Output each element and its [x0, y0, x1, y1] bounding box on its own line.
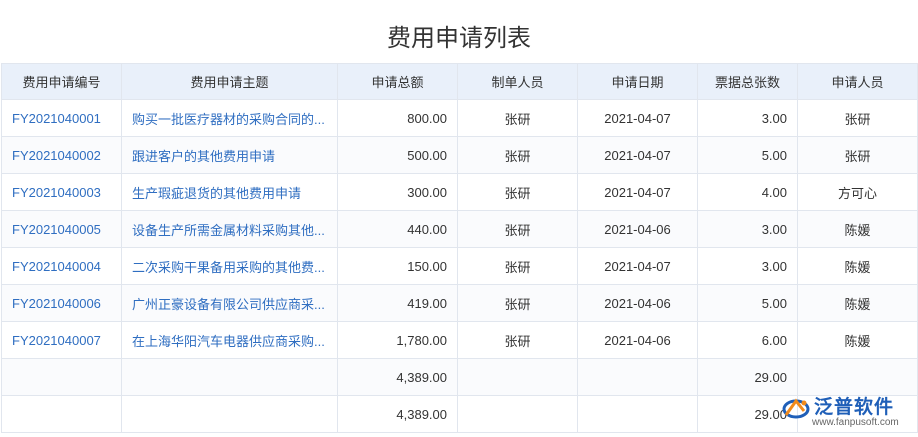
- applicant-cell: 陈媛: [797, 210, 918, 248]
- request-id-link[interactable]: FY2021040001: [1, 99, 122, 137]
- amount-cell: 500.00: [337, 136, 458, 174]
- applicant-cell: 张研: [797, 99, 918, 137]
- column-header-id[interactable]: 费用申请编号: [1, 63, 122, 100]
- request-id-link[interactable]: FY2021040003: [1, 173, 122, 211]
- applicant-cell: 方可心: [797, 173, 918, 211]
- request-id-link[interactable]: FY2021040005: [1, 210, 122, 248]
- table-row[interactable]: FY2021040006 广州正豪设备有限公司供应商采... 419.00 张研…: [1, 284, 918, 322]
- empty-cell: [121, 395, 338, 433]
- column-header-date[interactable]: 申请日期: [577, 63, 698, 100]
- date-cell: 2021-04-06: [577, 210, 698, 248]
- applicant-cell: 陈媛: [797, 321, 918, 359]
- applicant-cell: 张研: [797, 136, 918, 174]
- table-row[interactable]: FY2021040007 在上海华阳汽车电器供应商采购... 1,780.00 …: [1, 321, 918, 359]
- empty-cell: [457, 358, 578, 396]
- receipts-cell: 6.00: [697, 321, 798, 359]
- amount-cell: 440.00: [337, 210, 458, 248]
- date-cell: 2021-04-06: [577, 284, 698, 322]
- fanpu-logo-icon: [782, 398, 810, 419]
- table-header-row: 费用申请编号 费用申请主题 申请总额 制单人员 申请日期 票据总张数 申请人员: [1, 63, 918, 100]
- request-subject-link[interactable]: 跟进客户的其他费用申请: [121, 136, 338, 174]
- request-subject-link[interactable]: 在上海华阳汽车电器供应商采购...: [121, 321, 338, 359]
- subtotal-receipts: 29.00: [697, 358, 798, 396]
- applicant-cell: 陈媛: [797, 247, 918, 285]
- receipts-cell: 3.00: [697, 99, 798, 137]
- amount-cell: 419.00: [337, 284, 458, 322]
- subtotal-row: 4,389.00 29.00: [1, 358, 918, 396]
- request-id-link[interactable]: FY2021040007: [1, 321, 122, 359]
- empty-cell: [577, 358, 698, 396]
- empty-cell: [1, 395, 122, 433]
- creator-cell: 张研: [457, 284, 578, 322]
- table-row[interactable]: FY2021040003 生产瑕疵退货的其他费用申请 300.00 张研 202…: [1, 173, 918, 211]
- request-id-link[interactable]: FY2021040006: [1, 284, 122, 322]
- date-cell: 2021-04-07: [577, 247, 698, 285]
- date-cell: 2021-04-06: [577, 321, 698, 359]
- amount-cell: 150.00: [337, 247, 458, 285]
- request-subject-link[interactable]: 设备生产所需金属材料采购其他...: [121, 210, 338, 248]
- table-row[interactable]: FY2021040001 购买一批医疗器材的采购合同的... 800.00 张研…: [1, 99, 918, 137]
- column-header-applicant[interactable]: 申请人员: [797, 63, 918, 100]
- table-row[interactable]: FY2021040005 设备生产所需金属材料采购其他... 440.00 张研…: [1, 210, 918, 248]
- table-row[interactable]: FY2021040002 跟进客户的其他费用申请 500.00 张研 2021-…: [1, 136, 918, 174]
- request-subject-link[interactable]: 生产瑕疵退货的其他费用申请: [121, 173, 338, 211]
- receipts-cell: 5.00: [697, 136, 798, 174]
- amount-cell: 800.00: [337, 99, 458, 137]
- receipts-cell: 3.00: [697, 247, 798, 285]
- column-header-receipts[interactable]: 票据总张数: [697, 63, 798, 100]
- empty-cell: [121, 358, 338, 396]
- receipts-cell: 4.00: [697, 173, 798, 211]
- creator-cell: 张研: [457, 173, 578, 211]
- total-amount: 4,389.00: [337, 395, 458, 433]
- total-row: 4,389.00 29.00: [1, 395, 918, 433]
- request-id-link[interactable]: FY2021040002: [1, 136, 122, 174]
- column-header-subject[interactable]: 费用申请主题: [121, 63, 338, 100]
- request-subject-link[interactable]: 购买一批医疗器材的采购合同的...: [121, 99, 338, 137]
- request-subject-link[interactable]: 二次采购干果备用采购的其他费...: [121, 247, 338, 285]
- creator-cell: 张研: [457, 99, 578, 137]
- empty-cell: [1, 358, 122, 396]
- date-cell: 2021-04-07: [577, 173, 698, 211]
- request-subject-link[interactable]: 广州正豪设备有限公司供应商采...: [121, 284, 338, 322]
- page-title: 费用申请列表: [387, 24, 531, 52]
- expense-request-table: 费用申请编号 费用申请主题 申请总额 制单人员 申请日期 票据总张数 申请人员 …: [1, 63, 918, 433]
- request-id-link[interactable]: FY2021040004: [1, 247, 122, 285]
- empty-cell: [797, 358, 918, 396]
- table-row[interactable]: FY2021040004 二次采购干果备用采购的其他费... 150.00 张研…: [1, 247, 918, 285]
- receipts-cell: 3.00: [697, 210, 798, 248]
- applicant-cell: 陈媛: [797, 284, 918, 322]
- fanpu-logo: 泛普软件 www.fanpusoft.com: [782, 391, 912, 431]
- creator-cell: 张研: [457, 247, 578, 285]
- empty-cell: [457, 395, 578, 433]
- creator-cell: 张研: [457, 136, 578, 174]
- date-cell: 2021-04-07: [577, 136, 698, 174]
- creator-cell: 张研: [457, 321, 578, 359]
- receipts-cell: 5.00: [697, 284, 798, 322]
- empty-cell: [577, 395, 698, 433]
- creator-cell: 张研: [457, 210, 578, 248]
- subtotal-amount: 4,389.00: [337, 358, 458, 396]
- brand-name: 泛普软件: [814, 396, 895, 418]
- brand-url: www.fanpusoft.com: [812, 417, 899, 428]
- column-header-creator[interactable]: 制单人员: [457, 63, 578, 100]
- amount-cell: 1,780.00: [337, 321, 458, 359]
- column-header-amount[interactable]: 申请总额: [337, 63, 458, 100]
- date-cell: 2021-04-07: [577, 99, 698, 137]
- amount-cell: 300.00: [337, 173, 458, 211]
